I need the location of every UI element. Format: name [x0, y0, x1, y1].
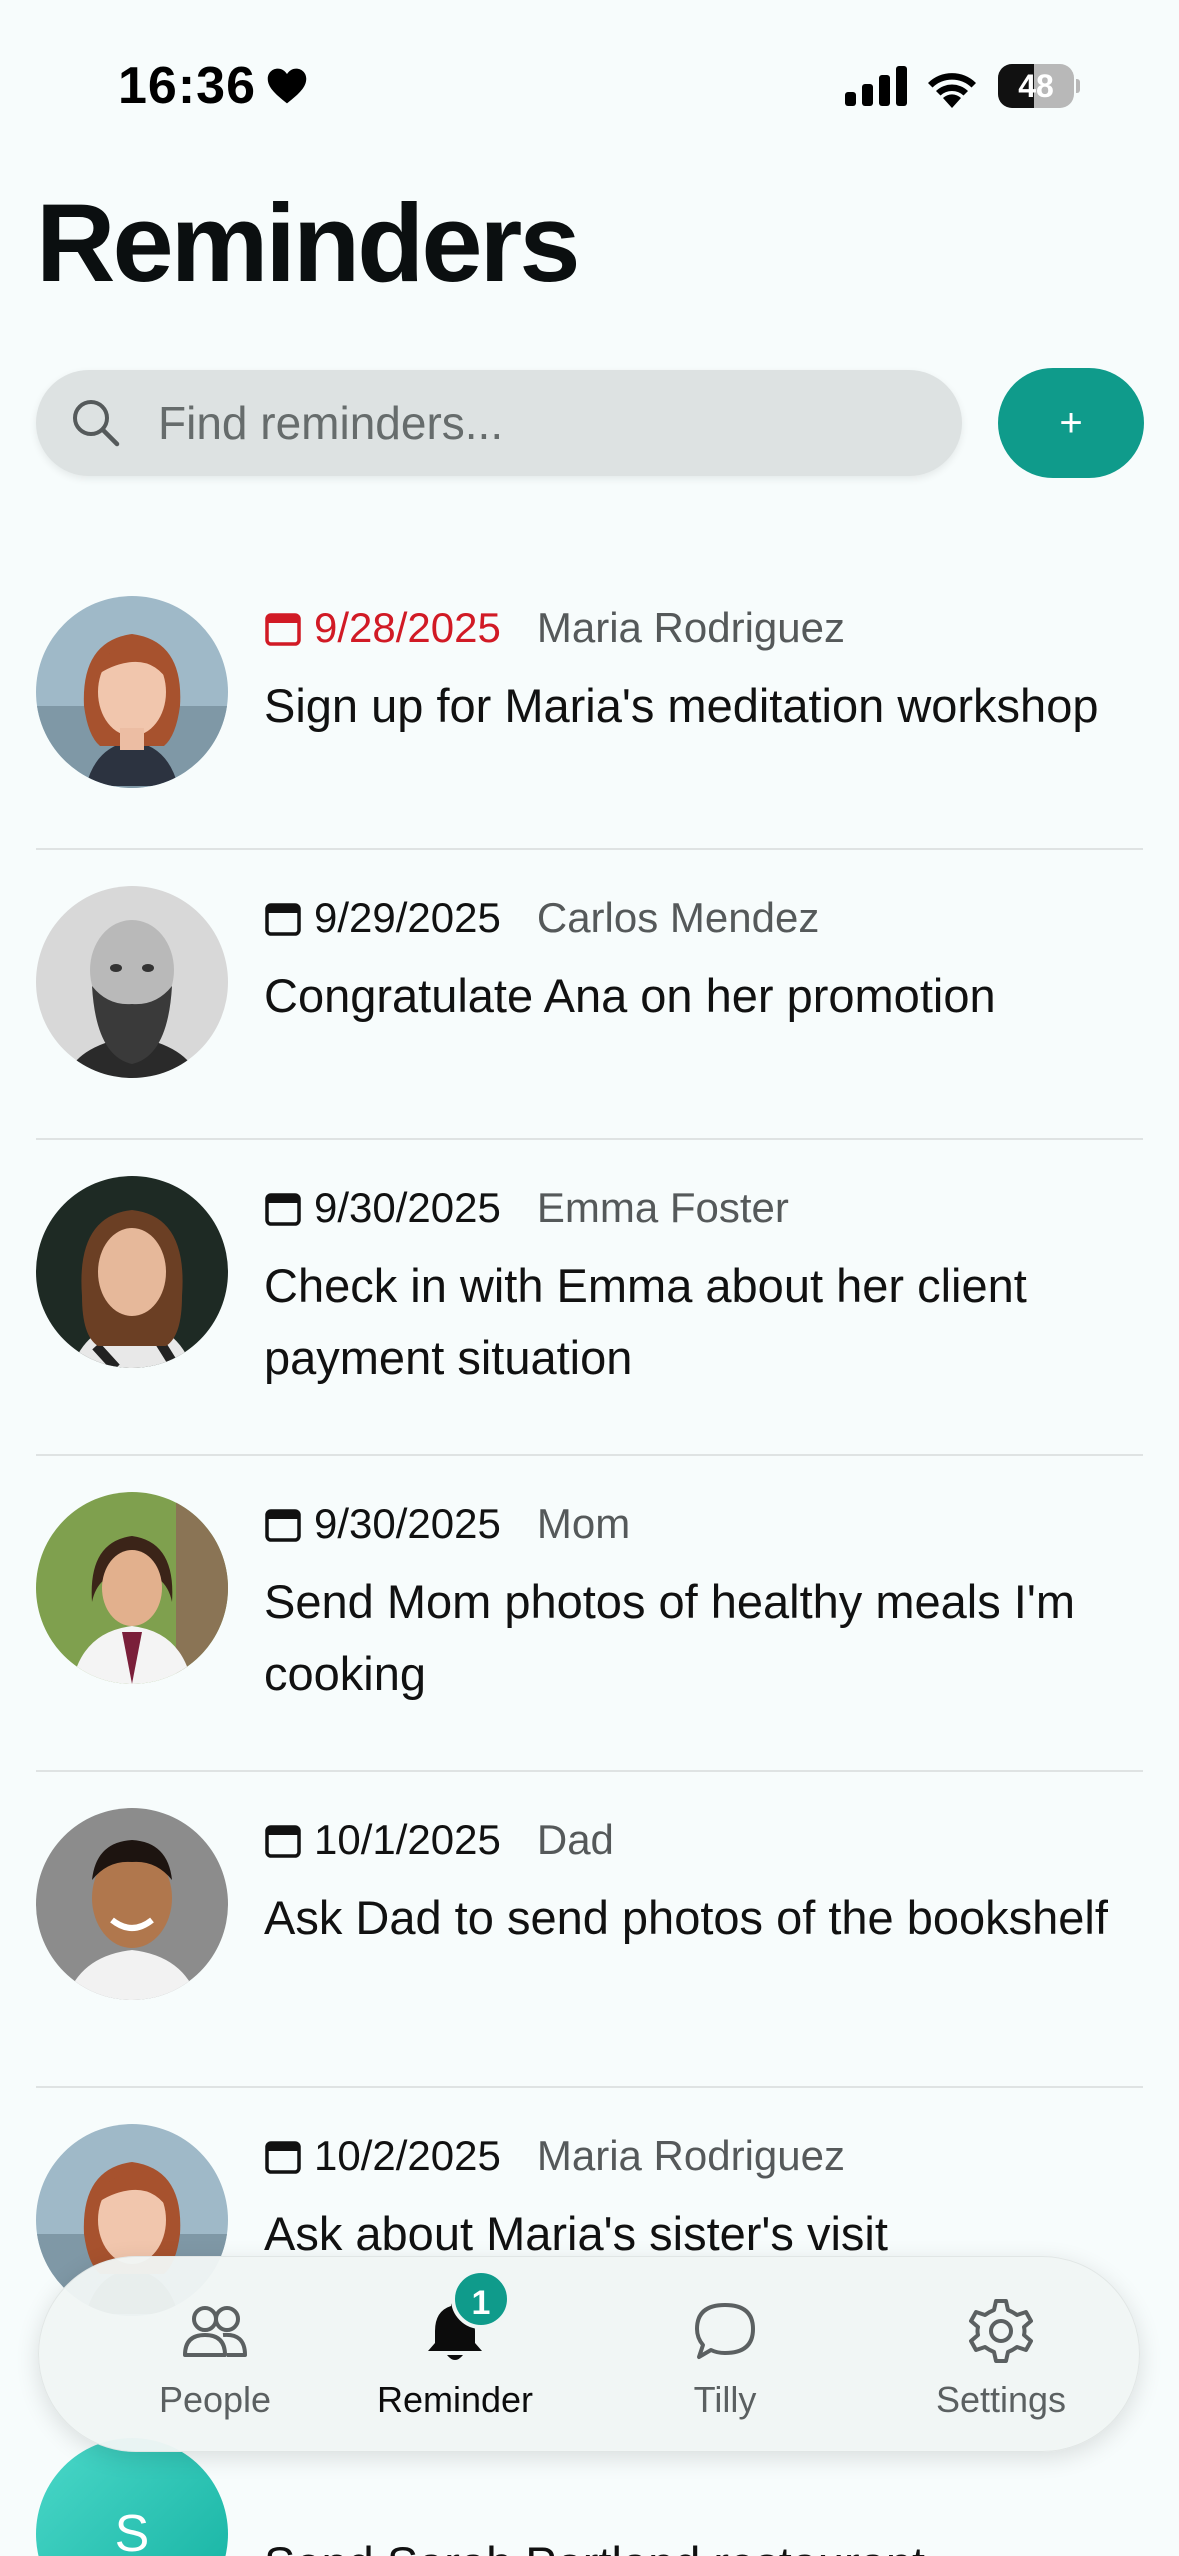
reminder-date: 9/30/2025 — [314, 1500, 501, 1547]
page-title: Reminders — [36, 182, 581, 305]
reminder-date: 10/2/2025 — [314, 2132, 501, 2179]
reminder-person: Carlos Mendez — [536, 894, 820, 941]
calendar-icon — [265, 613, 301, 646]
tab-label: Settings — [935, 2379, 1067, 2420]
status-time: 16:36 — [118, 57, 256, 115]
reminder-person: Emma Foster — [536, 1184, 789, 1231]
reminder-meta: 10/2/2025 Maria Rodriguez — [264, 2128, 845, 2184]
gear-icon — [969, 2299, 1033, 2363]
battery-nub — [1076, 79, 1080, 93]
status-bar: 16:36 48 — [0, 0, 1179, 150]
calendar-icon — [265, 1509, 301, 1542]
avatar — [36, 1808, 228, 2000]
reminder-person: Mom — [536, 1500, 631, 1547]
reminder-text: Check in with Emma about her client paym… — [264, 1259, 1027, 1384]
reminder-date: 9/29/2025 — [314, 894, 501, 941]
reminder-person: Maria Rodriguez — [536, 2132, 845, 2179]
chat-bubble-icon — [695, 2303, 755, 2359]
tab-label: Reminder — [376, 2379, 534, 2420]
cellular-signal-icon — [845, 66, 907, 106]
avatar — [36, 1176, 228, 1368]
people-icon — [183, 2306, 247, 2357]
reminders-screen: 16:36 48 Reminders Find reminders... + 9… — [0, 0, 1179, 2556]
reminder-row[interactable]: 9/29/2025 Carlos Mendez Congratulate Ana… — [0, 850, 1179, 1140]
calendar-icon — [265, 1193, 301, 1226]
reminder-meta: 9/28/2025 Maria Rodriguez — [264, 600, 845, 656]
battery-percent: 48 — [1018, 68, 1054, 104]
reminder-text: Send Mom photos of healthy meals I'm coo… — [264, 1575, 1075, 1700]
battery-body: 48 — [998, 64, 1074, 108]
reminder-meta: 9/30/2025 Mom — [264, 1496, 630, 1552]
reminder-row[interactable]: 9/28/2025 Maria Rodriguez Sign up for Ma… — [0, 560, 1179, 850]
avatar — [36, 596, 228, 788]
calendar-icon — [265, 903, 301, 936]
search-input[interactable] — [158, 370, 938, 476]
tab-label: People — [158, 2379, 272, 2420]
reminder-meta: 9/29/2025 Carlos Mendez — [264, 890, 819, 946]
reminder-row[interactable]: 9/30/2025 Emma Foster Check in with Emma… — [0, 1140, 1179, 1456]
tab-people[interactable]: People — [95, 2257, 335, 2453]
reminder-person: Dad — [536, 1816, 614, 1863]
reminder-person: Maria Rodriguez — [536, 604, 845, 651]
calendar-icon — [265, 1825, 301, 1858]
add-reminder-button[interactable]: + — [998, 368, 1144, 478]
avatar — [36, 886, 228, 1078]
reminder-date: 9/28/2025 — [314, 604, 501, 651]
reminder-meta: 9/30/2025 Emma Foster — [264, 1180, 789, 1236]
avatar-initial: S — [36, 2438, 228, 2556]
reminder-row[interactable]: 9/30/2025 Mom Send Mom photos of healthy… — [0, 1456, 1179, 1772]
reminder-text: Ask Dad to send photos of the bookshelf — [264, 1891, 1108, 1944]
reminder-meta: 10/1/2025 Dad — [264, 1812, 614, 1868]
battery-indicator: 48 — [998, 64, 1080, 108]
heart-icon — [267, 68, 307, 104]
calendar-icon — [265, 2141, 301, 2174]
reminder-date: 9/30/2025 — [314, 1184, 501, 1231]
notification-badge: 1 — [451, 2269, 511, 2329]
reminder-text: Send Sarah Portland restaurant — [264, 2528, 1144, 2556]
reminder-text: Sign up for Maria's meditation workshop — [264, 679, 1099, 732]
tab-settings[interactable]: Settings — [881, 2257, 1121, 2453]
search-icon — [73, 400, 120, 447]
reminder-row[interactable]: 10/1/2025 Dad Ask Dad to send photos of … — [0, 1772, 1179, 2088]
reminder-text: Congratulate Ana on her promotion — [264, 969, 996, 1022]
tab-bar: People Reminder 1 Tilly Settings — [38, 2256, 1140, 2452]
tab-tilly[interactable]: Tilly — [605, 2257, 845, 2453]
avatar — [36, 1492, 228, 1684]
reminder-date: 10/1/2025 — [314, 1816, 501, 1863]
wifi-icon — [928, 73, 976, 108]
tab-label: Tilly — [693, 2379, 757, 2420]
search-bar[interactable] — [36, 370, 962, 476]
